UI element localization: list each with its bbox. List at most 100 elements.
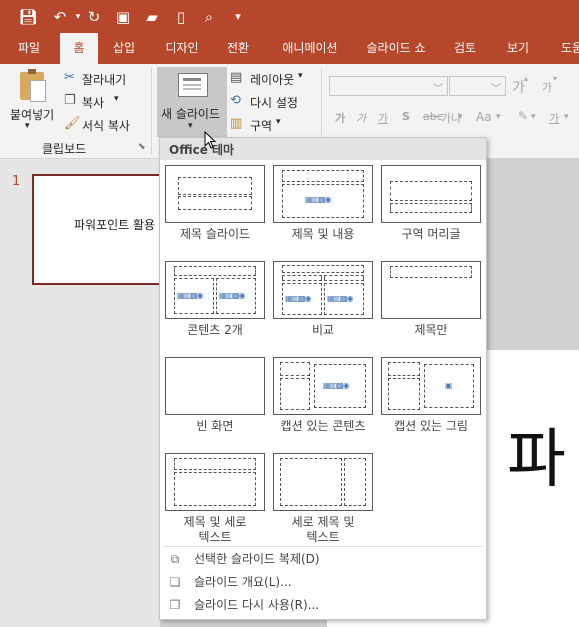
print-preview-icon[interactable]: ⌕ [199, 7, 219, 27]
font-name-combo[interactable]: ﹀ [329, 76, 448, 96]
underline-button[interactable]: 가 [378, 110, 388, 126]
duplicate-slides-menu-item[interactable]: ⧉ 선택한 슬라이드 복제(D) [166, 548, 480, 570]
slide-thumbnail[interactable]: 파워포인트 활용 [32, 174, 172, 285]
content-icons: ▦▥▩◉ [305, 195, 332, 204]
new-slide-label: 새 슬라이드 [161, 107, 221, 121]
layout-dropdown-icon[interactable]: ▾ [298, 71, 303, 81]
slides-from-outline-menu-item[interactable]: ❏ 슬라이드 개요(L)... [166, 571, 480, 593]
layout-title-vertical-text[interactable]: 제목 및 세로 텍스트 [165, 453, 265, 545]
italic-button[interactable]: 가 [356, 110, 366, 126]
menu-item-label: 슬라이드 다시 사용(R)... [194, 598, 320, 612]
new-icon[interactable]: ▯ [171, 7, 191, 27]
shrink-font-button[interactable]: 가 [542, 79, 552, 95]
placeholder [280, 362, 310, 376]
placeholder [388, 362, 420, 376]
open-icon[interactable]: ▰ [142, 7, 162, 27]
font-size-combo[interactable]: ﹀ [449, 76, 506, 96]
copy-button[interactable]: 복사 [82, 94, 104, 111]
tab-review[interactable]: 검토 [445, 33, 485, 64]
thumbnail-title: 파워포인트 활용 [74, 218, 156, 232]
layout-two-content[interactable]: ▦▥▩◉ ▦▥▩◉ 콘텐츠 2개 [165, 261, 265, 338]
redo-icon[interactable]: ↻ [84, 7, 104, 27]
placeholder [174, 458, 256, 470]
shrink-arrow-icon: ▾ [553, 74, 558, 83]
new-slide-button[interactable]: 새 슬라이드 ▾ [157, 67, 227, 137]
placeholder: ▦▥▩◉ [174, 278, 214, 314]
layout-section-header[interactable]: 구역 머리글 [381, 165, 481, 242]
undo-icon[interactable]: ↶ [50, 7, 70, 27]
shadow-button[interactable]: S [402, 110, 410, 123]
placeholder: ▦▥▩◉ [314, 364, 366, 408]
present-icon[interactable]: ▣ [113, 7, 133, 27]
layout-picture-caption[interactable]: ▣ 캡션 있는 그림 [381, 357, 481, 434]
layout-comparison[interactable]: ▦▥▩◉ ▦▥▩◉ 비교 [273, 261, 373, 338]
dialog-launcher-icon[interactable]: ⬊ [138, 142, 146, 152]
cut-button[interactable]: 잘라내기 [82, 71, 126, 88]
placeholder [390, 266, 472, 278]
placeholder [388, 378, 420, 410]
slide-title-text[interactable]: 파 [507, 408, 566, 500]
layout-label: 구역 머리글 [401, 227, 461, 241]
copy-icon: ❐ [64, 93, 76, 108]
placeholder [178, 177, 252, 195]
placeholder: ▦▥▩◉ [282, 184, 364, 218]
spacing-dropdown-icon[interactable]: ▾ [458, 112, 463, 122]
menu-item-label: 슬라이드 개요(L)... [194, 575, 292, 589]
layout-blank[interactable]: 빈 화면 [165, 357, 265, 434]
save-icon[interactable]: 💾︎ [18, 7, 38, 27]
layout-title-only[interactable]: 제목만 [381, 261, 481, 338]
highlight-pen-icon[interactable]: ✎ [518, 109, 528, 123]
clipboard-icon [20, 69, 46, 102]
tab-view[interactable]: 보기 [498, 33, 538, 64]
placeholder: ▦▥▩◉ [324, 283, 364, 315]
tab-help[interactable]: 도움 [552, 33, 579, 64]
tab-file[interactable]: 파일 [6, 33, 52, 64]
layout-thumbnail: ▦▥▩◉ ▦▥▩◉ [273, 261, 373, 319]
paste-button[interactable]: 붙여넣기 ▾ [6, 68, 58, 138]
layout-title-slide[interactable]: 제목 슬라이드 [165, 165, 265, 242]
section-dropdown-icon[interactable]: ▾ [276, 117, 281, 127]
format-painter-button[interactable]: 서식 복사 [82, 117, 130, 134]
font-color-button[interactable]: 가 [549, 110, 559, 126]
copy-dropdown-icon[interactable]: ▾ [114, 94, 119, 104]
font-color-dropdown-icon[interactable]: ▾ [564, 112, 569, 122]
tab-home[interactable]: 홈 [60, 33, 98, 64]
layout-icon: ▤ [230, 70, 243, 85]
tab-slideshow[interactable]: 슬라이드 쇼 [360, 33, 432, 64]
layout-title-content[interactable]: ▦▥▩◉ 제목 및 내용 [273, 165, 373, 242]
layout-content-caption[interactable]: ▦▥▩◉ 캡션 있는 콘텐츠 [273, 357, 373, 434]
placeholder [390, 181, 472, 201]
tab-design[interactable]: 디자인 [157, 33, 207, 64]
layout-button[interactable]: 레이아웃 [250, 71, 294, 88]
section-button[interactable]: 구역 [250, 117, 272, 134]
placeholder [282, 170, 364, 182]
tab-transitions[interactable]: 전환 [218, 33, 258, 64]
reuse-slides-menu-item[interactable]: ❐ 슬라이드 다시 사용(R)... [166, 594, 480, 616]
slide-thumbnail-pane: 1 파워포인트 활용 [0, 159, 172, 627]
case-dropdown-icon[interactable]: ▾ [496, 112, 501, 122]
layout-label: 제목 슬라이드 [179, 227, 251, 241]
highlight-dropdown-icon[interactable]: ▾ [531, 112, 536, 122]
tab-animations[interactable]: 애니메이션 [272, 33, 348, 64]
bold-button[interactable]: 가 [335, 110, 345, 126]
layout-thumbnail [381, 165, 481, 223]
reuse-slides-icon: ❐ [169, 598, 181, 612]
strikethrough-button[interactable]: abc [423, 110, 443, 123]
customize-icon[interactable]: ▾ [228, 7, 248, 27]
placeholder [280, 378, 310, 410]
placeholder [324, 275, 364, 281]
ribbon-tabs: 파일 홈 삽입 디자인 전환 애니메이션 슬라이드 쇼 검토 보기 도움 [0, 33, 579, 64]
placeholder [178, 196, 252, 210]
clipboard-group-label: 클립보드 [42, 142, 87, 156]
layout-label: 제목 및 내용 [291, 227, 355, 241]
layout-thumbnail: ▦▥▩◉ [273, 165, 373, 223]
tab-insert[interactable]: 삽입 [103, 33, 145, 64]
placeholder [174, 472, 256, 506]
reset-button[interactable]: 다시 설정 [250, 94, 298, 111]
grow-font-button[interactable]: 가 [512, 77, 525, 97]
layout-label: 빈 화면 [196, 419, 234, 433]
change-case-button[interactable]: Aa [476, 110, 492, 124]
layout-label: 비교 [311, 323, 335, 337]
placeholder [282, 265, 364, 273]
layout-vertical-title-text[interactable]: 세로 제목 및 텍스트 [273, 453, 373, 545]
